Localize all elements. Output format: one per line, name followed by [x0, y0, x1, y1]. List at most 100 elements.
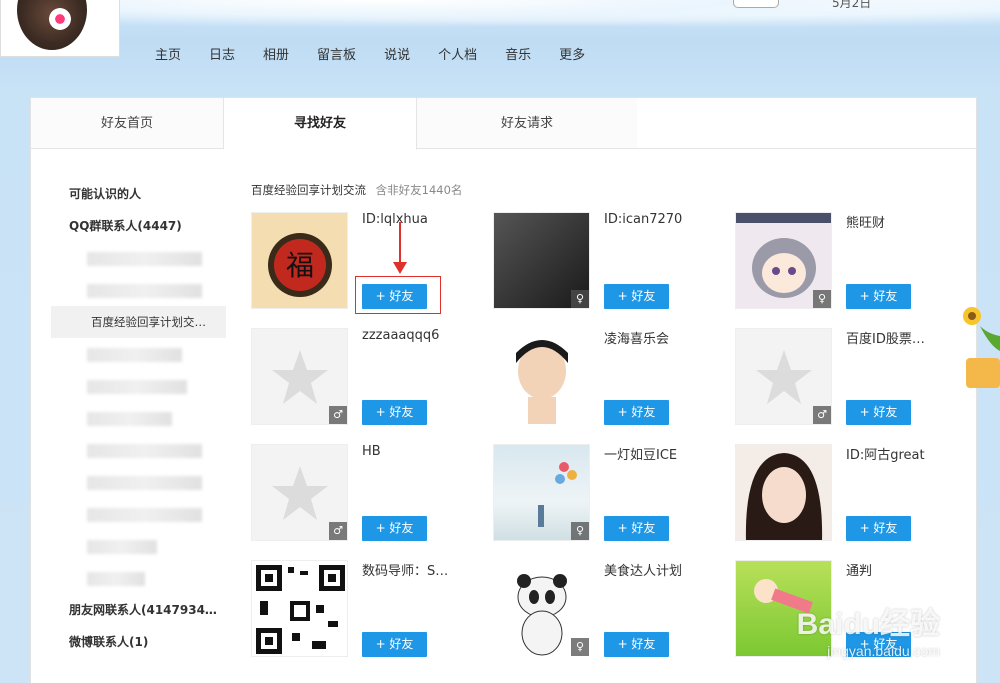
sidebar-group-item[interactable] [51, 338, 226, 370]
sidebar-item-pengyou[interactable]: 朋友网联系人(4147934… [51, 594, 226, 626]
nav-item-more[interactable]: 更多 [559, 44, 585, 63]
friend-avatar[interactable] [493, 328, 590, 425]
tab-friend-requests[interactable]: 好友请求 [417, 98, 637, 148]
add-friend-button[interactable]: + 好友 [362, 516, 427, 541]
sidebar-group-item[interactable] [51, 498, 226, 530]
blurred-label [87, 572, 145, 586]
blurred-label [87, 476, 202, 490]
top-control[interactable] [733, 0, 779, 8]
nav-item-music[interactable]: 音乐 [505, 44, 531, 63]
blurred-label [87, 380, 187, 394]
nav-item-guestbook[interactable]: 留言板 [317, 44, 356, 63]
fu-character-icon: 福 [268, 233, 332, 297]
friend-name[interactable]: 凌海喜乐会 [604, 328, 714, 347]
blurred-label [87, 252, 202, 266]
add-friend-button[interactable]: + 好友 [604, 400, 669, 425]
friend-avatar-default[interactable]: ♂ [735, 328, 832, 425]
blurred-label [87, 348, 182, 362]
friend-avatar[interactable] [251, 560, 348, 657]
friend-card: 福 ID:lqlxhua + 好友 [251, 212, 481, 314]
friend-avatar-default[interactable]: ♂ [251, 328, 348, 425]
friend-name[interactable]: ID:ican7270 [604, 212, 714, 227]
top-date-text: 5月2日 [832, 0, 872, 10]
add-friend-button[interactable]: + 好友 [846, 516, 911, 541]
flower-decoration [49, 8, 71, 30]
friend-name[interactable]: zzzaaaqqq6 [362, 328, 472, 343]
cartoon-boy-icon [516, 340, 568, 424]
gender-icon: ♀ [571, 290, 589, 308]
friend-name[interactable]: 通判 [846, 560, 956, 579]
group-header: 百度经验回享计划交流 含非好友1440名 [251, 178, 961, 202]
group-member-count: 含非好友1440名 [375, 183, 463, 197]
blurred-label [87, 444, 202, 458]
friend-card: ♂ HB + 好友 [251, 444, 481, 544]
sidebar-group-item[interactable] [51, 466, 226, 498]
tab-friends-home[interactable]: 好友首页 [31, 98, 224, 148]
qr-code-icon [256, 565, 345, 654]
friend-name[interactable]: 百度ID股票… [846, 328, 956, 347]
nav-item-profile[interactable]: 个人档 [438, 44, 477, 63]
friend-card: ♂ 百度ID股票… + 好友 [735, 328, 965, 428]
friend-name[interactable]: 一灯如豆ICE [604, 444, 714, 463]
red-box-annotation [355, 276, 441, 314]
friend-card: ♀ ID:ican7270 + 好友 [493, 212, 723, 312]
nav-item-home[interactable]: 主页 [155, 44, 181, 63]
friend-card: ♂ zzzaaaqqq6 + 好友 [251, 328, 481, 428]
illustrated-girl-icon [745, 453, 823, 540]
friend-card: ID:阿古great + 好友 [735, 444, 965, 544]
gender-icon: ♀ [571, 638, 589, 656]
friends-panel: 好友首页 寻找好友 好友请求 可能认识的人 QQ群联系人(4447) 百度经验回… [30, 97, 977, 683]
friend-card: ♀ 美食达人计划 + 好友 [493, 560, 723, 660]
friend-name[interactable]: 熊旺财 [846, 212, 956, 231]
friend-card: 凌海喜乐会 + 好友 [493, 328, 723, 428]
tab-find-friends[interactable]: 寻找好友 [224, 98, 417, 150]
sidebar-group-item[interactable] [51, 562, 226, 594]
add-friend-button[interactable]: + 好友 [604, 516, 669, 541]
add-friend-button[interactable]: + 好友 [604, 632, 669, 657]
add-friend-button[interactable]: + 好友 [846, 284, 911, 309]
friend-name[interactable]: HB [362, 444, 472, 459]
friend-avatar[interactable]: 福 [251, 212, 348, 309]
gender-icon: ♂ [329, 522, 347, 540]
friend-avatar[interactable] [735, 444, 832, 541]
sidebar-group-item[interactable] [51, 434, 226, 466]
baidu-jingyan-watermark: Baidu经验 jingyan.baidu.com [797, 599, 940, 659]
gender-icon: ♀ [813, 290, 831, 308]
friend-name[interactable]: 美食达人计划 [604, 560, 714, 579]
default-star-icon [272, 466, 328, 520]
sidebar-group-item[interactable] [51, 402, 226, 434]
friend-name[interactable]: ID:lqlxhua [362, 212, 472, 227]
friend-name[interactable]: ID:阿古great [846, 444, 956, 463]
sidebar-group-item[interactable] [51, 370, 226, 402]
sidebar-group-item-selected[interactable]: 百度经验回享计划交… [51, 306, 226, 338]
sidebar-item-may-know[interactable]: 可能认识的人 [51, 178, 226, 210]
sidebar-item-weibo[interactable]: 微博联系人(1) [51, 626, 226, 658]
add-friend-button[interactable]: + 好友 [604, 284, 669, 309]
nav-item-album[interactable]: 相册 [263, 44, 289, 63]
friend-name[interactable]: 数码导师：S… [362, 560, 472, 579]
friend-card: ♀ 一灯如豆ICE + 好友 [493, 444, 723, 544]
group-name: 百度经验回享计划交流 [251, 183, 366, 197]
friend-card: 数码导师：S… + 好友 [251, 560, 481, 660]
add-friend-button[interactable]: + 好友 [846, 400, 911, 425]
friend-avatar[interactable]: ♀ [493, 560, 590, 657]
friend-avatar-default[interactable]: ♂ [251, 444, 348, 541]
nav-item-blog[interactable]: 日志 [209, 44, 235, 63]
gender-icon: ♂ [329, 406, 347, 424]
blurred-label [87, 540, 157, 554]
friend-avatar[interactable]: ♀ [493, 444, 590, 541]
sidebar-group-item[interactable] [51, 242, 226, 274]
add-friend-button[interactable]: + 好友 [362, 400, 427, 425]
nav-item-shuoshuo[interactable]: 说说 [384, 44, 410, 63]
watermark-url: jingyan.baidu.com [827, 643, 940, 659]
friend-avatar[interactable]: ♀ [493, 212, 590, 309]
friend-results: 百度经验回享计划交流 含非好友1440名 福 ID:lqlxhua + 好友 ♀… [251, 178, 961, 657]
profile-avatar[interactable] [0, 0, 120, 57]
sidebar-group-item[interactable] [51, 530, 226, 562]
add-friend-button[interactable]: + 好友 [362, 632, 427, 657]
friends-tabs: 好友首页 寻找好友 好友请求 [31, 98, 976, 150]
sidebar-item-qq-groups[interactable]: QQ群联系人(4447) [51, 210, 226, 242]
sidebar-group-item[interactable] [51, 274, 226, 306]
main-nav: 主页 日志 相册 留言板 说说 个人档 音乐 更多 [155, 44, 613, 63]
friend-avatar[interactable]: ♀ [735, 212, 832, 309]
